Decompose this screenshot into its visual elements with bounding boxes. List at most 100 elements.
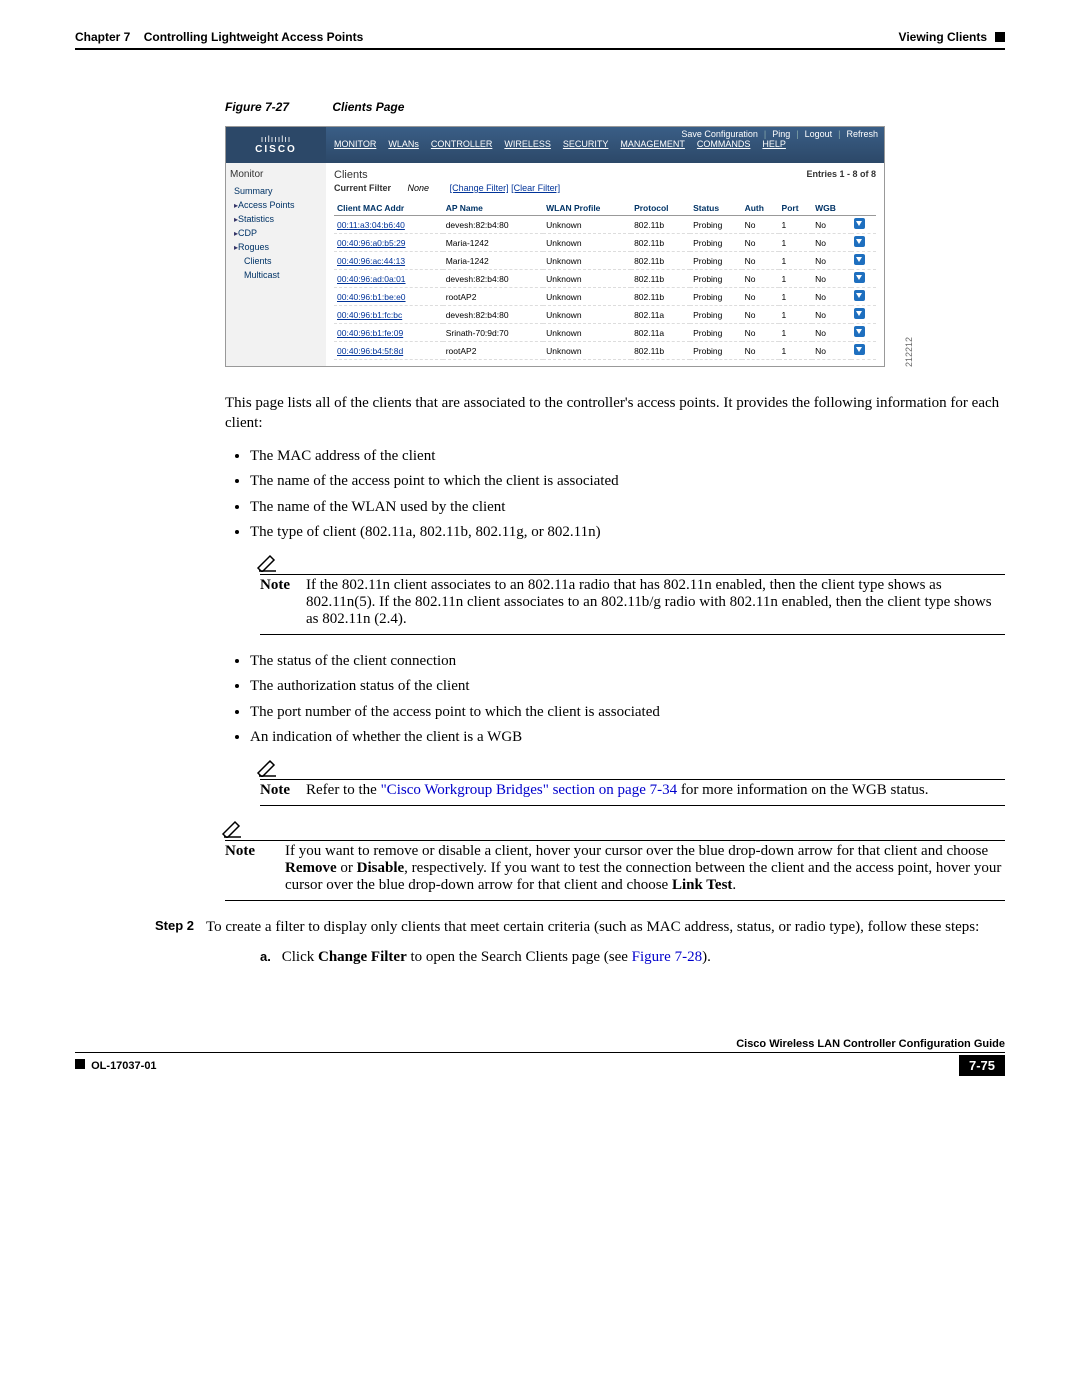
figure-caption: Figure 7-27 Clients Page xyxy=(225,100,1005,114)
th-wgb: WGB xyxy=(812,201,851,216)
th-ap: AP Name xyxy=(443,201,543,216)
nav-wireless[interactable]: WIRELESS xyxy=(504,139,551,149)
table-row: 00:40:96:a0:b5:29Maria-1242Unknown802.11… xyxy=(334,234,876,252)
cell-wgb: No xyxy=(812,216,851,234)
filter-row: Current Filter None [Change Filter] [Cle… xyxy=(334,183,876,193)
cell-ap: devesh:82:b4:80 xyxy=(443,306,543,324)
list-item: The type of client (802.11a, 802.11b, 80… xyxy=(250,520,1005,546)
client-mac-link[interactable]: 00:40:96:a0:b5:29 xyxy=(337,238,406,248)
cell-auth: No xyxy=(742,306,779,324)
client-mac-link[interactable]: 00:40:96:b1:be:e0 xyxy=(337,292,406,302)
row-dropdown-icon[interactable] xyxy=(854,290,865,301)
nav-help[interactable]: HELP xyxy=(762,139,786,149)
cell-port: 1 xyxy=(779,234,813,252)
cell-ap: Srinath-70:9d:70 xyxy=(443,324,543,342)
note2-pre: Refer to the xyxy=(306,782,381,798)
nav-controller[interactable]: CONTROLLER xyxy=(431,139,493,149)
row-dropdown-icon[interactable] xyxy=(854,236,865,247)
client-mac-link[interactable]: 00:11:a3:04:b6:40 xyxy=(337,220,405,230)
cell-status: Probing xyxy=(690,216,741,234)
cell-status: Probing xyxy=(690,324,741,342)
main-panel: Clients Entries 1 - 8 of 8 Current Filte… xyxy=(326,163,884,366)
sidebar-rogues[interactable]: Rogues xyxy=(230,240,322,254)
util-refresh[interactable]: Refresh xyxy=(846,129,878,139)
nav-management[interactable]: MANAGEMENT xyxy=(620,139,685,149)
sidebar-summary[interactable]: Summary xyxy=(230,184,322,198)
page-footer: Cisco Wireless LAN Controller Configurat… xyxy=(75,1038,1005,1076)
row-dropdown-icon[interactable] xyxy=(854,344,865,355)
nav-monitor[interactable]: MONITOR xyxy=(334,139,376,149)
cell-status: Probing xyxy=(690,252,741,270)
note2-xref-link[interactable]: "Cisco Workgroup Bridges" section on pag… xyxy=(381,782,678,798)
cell-status: Probing xyxy=(690,342,741,360)
table-header-row: Client MAC Addr AP Name WLAN Profile Pro… xyxy=(334,201,876,216)
util-logout[interactable]: Logout xyxy=(805,129,833,139)
section-title: Viewing Clients xyxy=(899,30,987,44)
note-block-1: Note If the 802.11n client associates to… xyxy=(260,554,1005,635)
cell-wgb: No xyxy=(812,324,851,342)
cell-wlan: Unknown xyxy=(543,324,631,342)
footer-doc-id: OL-17037-01 xyxy=(91,1060,156,1072)
table-row: 00:40:96:b1:fe:09 Srinath-70:9d:70Unknown… xyxy=(334,324,876,342)
cell-ap: rootAP2 xyxy=(443,342,543,360)
filter-label: Current Filter xyxy=(334,183,391,193)
cell-status: Probing xyxy=(690,270,741,288)
substep-label: a. xyxy=(260,948,278,966)
cell-wgb: No xyxy=(812,306,851,324)
cell-port: 1 xyxy=(779,324,813,342)
chapter-number: Chapter 7 xyxy=(75,30,130,44)
sidebar-statistics[interactable]: Statistics xyxy=(230,212,322,226)
cell-protocol: 802.11b xyxy=(631,288,690,306)
nav-security[interactable]: SECURITY xyxy=(563,139,609,149)
page-number-badge: 7-75 xyxy=(959,1055,1005,1076)
util-ping[interactable]: Ping xyxy=(772,129,790,139)
row-dropdown-icon[interactable] xyxy=(854,254,865,265)
note2-post: for more information on the WGB status. xyxy=(677,782,928,798)
sidebar-cdp[interactable]: CDP xyxy=(230,226,322,240)
row-dropdown-icon[interactable] xyxy=(854,218,865,229)
note-block-3: Note If you want to remove or disable a … xyxy=(225,820,1005,901)
list-item: The name of the access point to which th… xyxy=(250,469,1005,495)
figure-xref-link[interactable]: Figure 7-28 xyxy=(632,949,702,965)
cell-protocol: 802.11a xyxy=(631,324,690,342)
figure-image-id: 212212 xyxy=(904,337,914,367)
cell-auth: No xyxy=(742,342,779,360)
sidebar-access-points[interactable]: Access Points xyxy=(230,198,322,212)
footer-marker-icon xyxy=(75,1059,85,1069)
note-pencil-icon xyxy=(256,759,278,777)
note-block-2: Note Refer to the "Cisco Workgroup Bridg… xyxy=(260,759,1005,806)
nav-commands[interactable]: COMMANDS xyxy=(697,139,751,149)
cell-wlan: Unknown xyxy=(543,288,631,306)
chapter-title: Controlling Lightweight Access Points xyxy=(144,30,364,44)
client-mac-link[interactable]: 00:40:96:b1:fc:bc xyxy=(337,310,402,320)
row-dropdown-icon[interactable] xyxy=(854,326,865,337)
client-mac-link[interactable]: 00:40:96:b4:5f:8d xyxy=(337,346,403,356)
sidebar: Monitor Summary Access Points Statistics… xyxy=(226,163,326,366)
client-mac-link[interactable]: 00:40:96:ac:44:13 xyxy=(337,256,405,266)
util-save-config[interactable]: Save Configuration xyxy=(681,129,758,139)
row-dropdown-icon[interactable] xyxy=(854,272,865,283)
cisco-brand-text: CISCO xyxy=(255,144,297,155)
client-mac-link[interactable]: 00:40:96:b1:fe:09 xyxy=(337,328,403,338)
row-dropdown-icon[interactable] xyxy=(854,308,865,319)
list-item: An indication of whether the client is a… xyxy=(250,725,1005,751)
cell-port: 1 xyxy=(779,288,813,306)
cell-port: 1 xyxy=(779,216,813,234)
cell-protocol: 802.11b xyxy=(631,234,690,252)
clear-filter-link[interactable]: [Clear Filter] xyxy=(511,183,560,193)
note-pencil-icon xyxy=(256,554,278,572)
figure-number: Figure 7-27 xyxy=(225,100,289,114)
sidebar-title: Monitor xyxy=(230,169,322,180)
change-filter-link[interactable]: [Change Filter] xyxy=(450,183,509,193)
section-marker-icon xyxy=(995,32,1005,42)
bold-remove: Remove xyxy=(285,860,337,876)
clients-table: Client MAC Addr AP Name WLAN Profile Pro… xyxy=(334,201,876,360)
th-wlan: WLAN Profile xyxy=(543,201,631,216)
figure-title: Clients Page xyxy=(332,100,404,114)
sidebar-clients[interactable]: Clients xyxy=(230,254,322,268)
sidebar-multicast[interactable]: Multicast xyxy=(230,268,322,282)
cell-protocol: 802.11b xyxy=(631,216,690,234)
nav-wlans[interactable]: WLANs xyxy=(388,139,419,149)
panel-title: Clients xyxy=(334,169,368,181)
client-mac-link[interactable]: 00:40:96:ad:0a:01 xyxy=(337,274,406,284)
